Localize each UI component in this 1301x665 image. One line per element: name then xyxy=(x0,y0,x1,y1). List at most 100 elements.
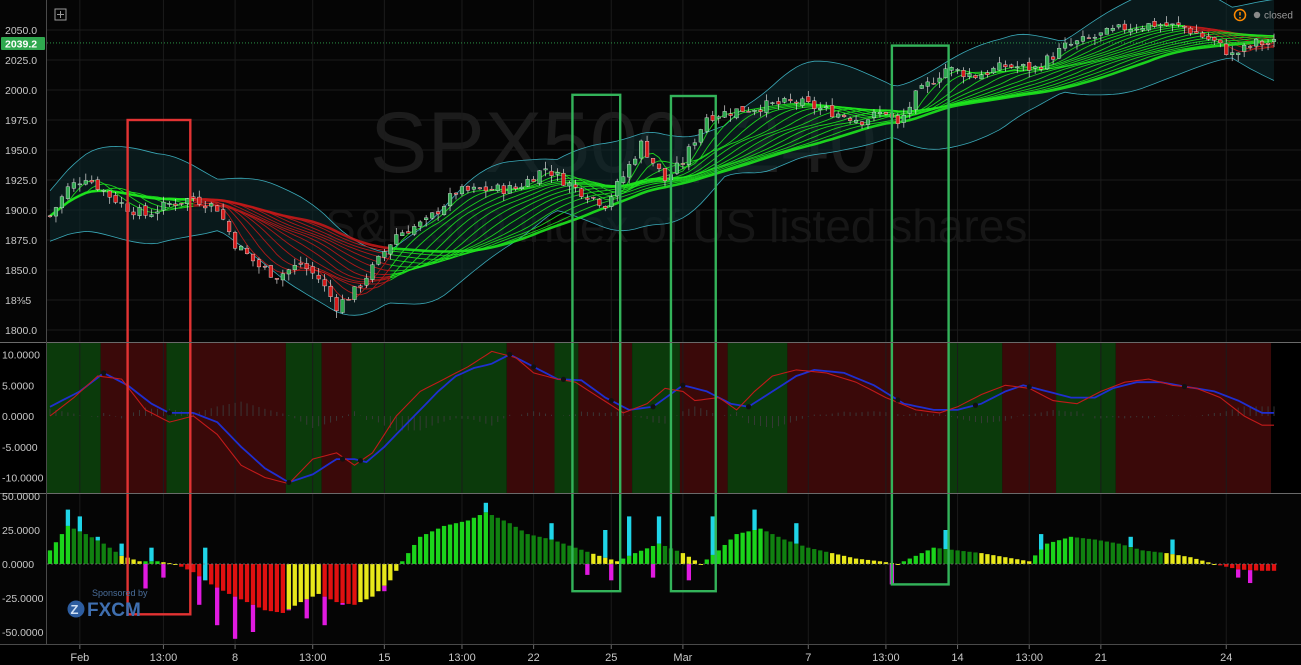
candle-body xyxy=(143,205,148,216)
candle-body xyxy=(95,179,100,190)
momentum-bar xyxy=(907,558,912,564)
momentum-bar xyxy=(1098,540,1104,564)
price-axis-tick-label: 2025.0 xyxy=(5,55,37,67)
momentum-spike-up xyxy=(603,530,608,558)
momentum-bar xyxy=(1033,555,1038,564)
candle-body xyxy=(871,111,877,118)
momentum-bar xyxy=(835,554,841,564)
candle-body xyxy=(1206,36,1211,40)
wavetrend-cross-dot xyxy=(339,456,346,462)
candle-body xyxy=(1134,28,1139,31)
momentum-bar xyxy=(400,561,405,564)
candle-body xyxy=(197,196,202,205)
momentum-bar xyxy=(1086,538,1092,564)
momentum-bar xyxy=(752,530,757,564)
momentum-bar xyxy=(1134,548,1139,564)
momentum-bar xyxy=(794,543,799,564)
momentum-bar xyxy=(1009,558,1014,564)
candle[interactable] xyxy=(740,106,745,112)
candle[interactable] xyxy=(537,170,542,186)
momentum-bar xyxy=(1188,557,1193,564)
candle-body xyxy=(1128,29,1133,33)
candle-body xyxy=(1092,37,1097,39)
candle-body xyxy=(525,179,530,187)
price-axis-tick-label: 1850.0 xyxy=(5,265,37,277)
candle-body xyxy=(149,214,154,217)
momentum-bar xyxy=(1164,553,1169,564)
momentum-bar xyxy=(406,553,411,564)
candle-body xyxy=(447,193,453,207)
momentum-bar xyxy=(632,553,638,564)
momentum-bar xyxy=(143,561,148,564)
wavetrend-cross-dot xyxy=(101,370,107,376)
momentum-bar xyxy=(650,545,656,564)
momentum-spike-up xyxy=(794,523,799,544)
momentum-spike-up xyxy=(656,516,662,544)
candle[interactable] xyxy=(370,262,375,283)
momentum-bar xyxy=(226,564,232,594)
momentum-bar xyxy=(1194,558,1199,564)
momentum-bar xyxy=(501,520,506,564)
momentum-axis-tick-label: 25.0000 xyxy=(2,525,40,537)
candle-body xyxy=(1122,23,1127,31)
trading-chart[interactable]: SPX500, 240 S&P 500 index of US listed s… xyxy=(0,0,1301,665)
momentum-spike-up xyxy=(65,509,71,526)
candle-body xyxy=(1182,26,1187,28)
candle-body xyxy=(830,105,835,118)
momentum-bar xyxy=(722,544,727,564)
candle[interactable] xyxy=(376,255,381,266)
momentum-bar xyxy=(1242,564,1247,570)
candle-body xyxy=(221,209,226,220)
momentum-bar xyxy=(1128,547,1133,564)
candle-body xyxy=(77,183,82,186)
momentum-bar xyxy=(59,534,65,564)
candle-body xyxy=(1033,66,1038,69)
momentum-bar xyxy=(209,564,214,585)
candle-body xyxy=(167,203,172,205)
momentum-bar xyxy=(1080,538,1086,564)
momentum-bar xyxy=(579,549,584,564)
sponsor-brand[interactable]: FXCM xyxy=(87,600,141,621)
candle[interactable] xyxy=(268,264,273,278)
wavetrend-cross-dot xyxy=(357,457,364,464)
candle-body xyxy=(937,77,942,83)
momentum-bar xyxy=(1074,537,1080,564)
wavetrend-cross-dot xyxy=(1026,384,1032,390)
candle[interactable] xyxy=(734,108,739,120)
momentum-bar xyxy=(358,564,363,603)
momentum-bar xyxy=(429,531,435,564)
candle-body xyxy=(1271,39,1277,42)
candle-body xyxy=(161,201,166,211)
momentum-bar xyxy=(1247,564,1253,571)
momentum-spike-down xyxy=(304,599,309,619)
momentum-bar xyxy=(680,553,686,564)
momentum-bar xyxy=(394,564,399,571)
momentum-bar xyxy=(47,550,53,564)
candle-body xyxy=(274,278,279,280)
candle-body xyxy=(573,184,578,188)
momentum-bar xyxy=(376,564,381,592)
candle-body xyxy=(585,197,590,200)
momentum-bar xyxy=(1015,559,1020,564)
candle[interactable] xyxy=(1104,27,1109,35)
price-axis-tick-label: 1875.0 xyxy=(5,235,37,247)
momentum-bar xyxy=(1122,545,1127,564)
candle-body xyxy=(250,253,256,262)
momentum-bar xyxy=(1230,564,1235,569)
candle-body xyxy=(686,146,691,165)
candle-body xyxy=(1236,52,1241,55)
candle[interactable] xyxy=(215,205,220,212)
candle[interactable] xyxy=(1045,53,1050,71)
candle-body xyxy=(501,185,506,194)
momentum-bar xyxy=(1182,556,1187,564)
candle-body xyxy=(931,83,936,85)
momentum-bar xyxy=(513,526,518,564)
fxcm-logo-icon[interactable]: Z xyxy=(67,600,85,618)
momentum-bar xyxy=(943,549,948,564)
candle-body xyxy=(591,197,596,199)
candle-body xyxy=(633,158,638,165)
momentum-bar xyxy=(262,564,268,611)
candle-body xyxy=(704,117,709,132)
candle[interactable] xyxy=(233,230,238,251)
x-axis[interactable]: Feb 13:00 8 13:00 15 13:00 22 25 Mar 7 13:00 14 13:0… xyxy=(70,645,1232,664)
